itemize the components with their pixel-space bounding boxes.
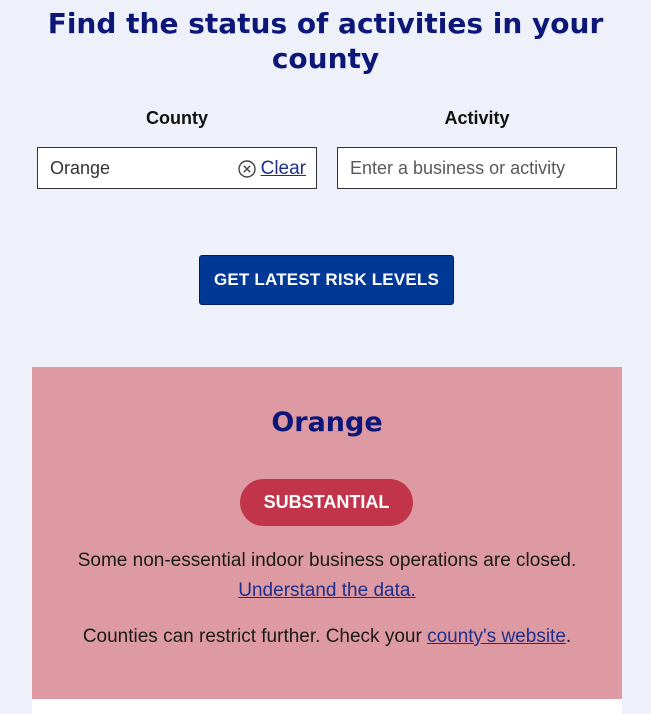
county-value: Orange — [50, 157, 111, 178]
result-card: Orange SUBSTANTIAL Some non-essential in… — [32, 367, 622, 699]
tier-badge: SUBSTANTIAL — [240, 479, 413, 526]
restrict-suffix: . — [565, 626, 572, 647]
understand-link-wrap: Understand the data. — [32, 580, 622, 602]
get-risk-levels-button[interactable]: GET LATEST RISK LEVELS — [199, 255, 454, 305]
clear-button[interactable]: Clear — [237, 158, 306, 180]
clear-label: Clear — [260, 158, 306, 179]
restrict-prefix: Counties can restrict further. Check you… — [82, 626, 428, 647]
activity-field — [337, 147, 617, 189]
restrict-text: Counties can restrict further. Check you… — [32, 626, 622, 648]
close-circle-icon — [237, 160, 256, 178]
next-card-edge — [32, 699, 622, 714]
page-title: Find the status of activities in your co… — [47, 7, 604, 75]
activity-label: Activity — [444, 108, 510, 128]
activity-input[interactable] — [350, 157, 616, 179]
understand-data-link[interactable]: Understand the data. — [238, 580, 415, 601]
county-website-link[interactable]: county's website — [427, 626, 566, 647]
result-county-name: Orange — [271, 407, 383, 438]
county-label: County — [146, 108, 208, 128]
tier-description: Some non-essential indoor business opera… — [77, 550, 577, 571]
county-field[interactable]: Orange Clear — [37, 147, 317, 189]
